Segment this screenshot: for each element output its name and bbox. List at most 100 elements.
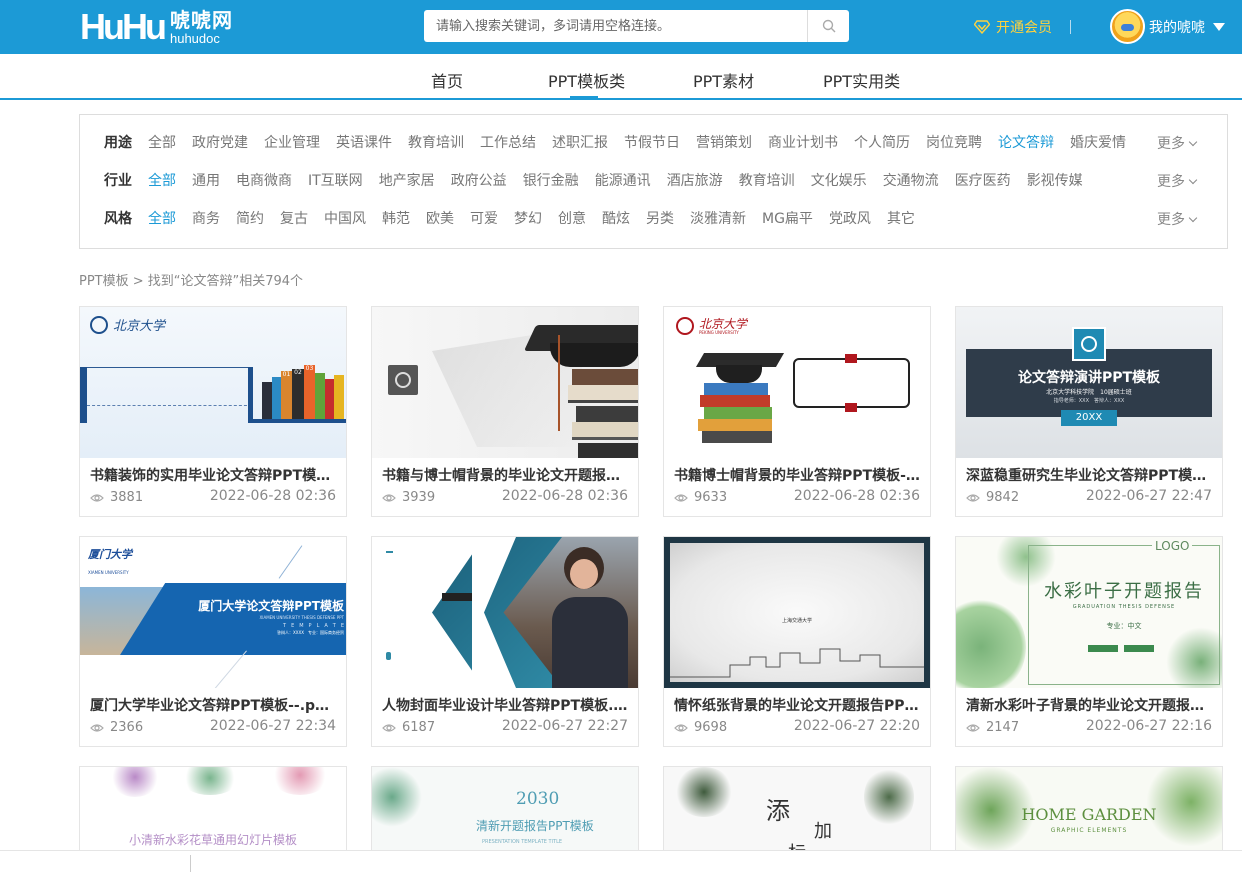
nav-ppt-practical[interactable]: PPT实用类	[823, 68, 900, 92]
more-button-style[interactable]: 更多	[1157, 209, 1198, 229]
filter-option[interactable]: 婚庆爱情	[1070, 132, 1126, 152]
filter-option[interactable]: 地产家居	[379, 170, 435, 190]
eye-icon	[674, 723, 688, 732]
template-card[interactable]: 2030 清新开题报告PPT模板 PRESENTATION TEMPLATE T…	[371, 766, 639, 852]
card-title[interactable]: 书籍装饰的实用毕业论文答辩PPT模板.pptx	[90, 465, 338, 485]
filter-option[interactable]: 复古	[280, 208, 308, 228]
book-stack	[704, 407, 772, 419]
filter-option[interactable]: 交通物流	[883, 170, 939, 190]
filter-option-selected[interactable]: 全部	[148, 208, 176, 228]
filter-option[interactable]: 梦幻	[514, 208, 542, 228]
filter-option[interactable]: 中国风	[324, 208, 366, 228]
nav-ppt-materials[interactable]: PPT素材	[693, 68, 754, 92]
more-button-industry[interactable]: 更多	[1157, 171, 1198, 191]
template-card[interactable]: 小清新水彩花草通用幻灯片模板	[79, 766, 347, 852]
nav-home[interactable]: 首页	[431, 68, 463, 92]
card-thumbnail[interactable]: 2030 清新开题报告PPT模板 PRESENTATION TEMPLATE T…	[372, 767, 638, 851]
card-thumbnail[interactable]: 论文答辩演讲PPT模板 北京大学科技学院 10届硕士班 指导老师：XXX 答辩人…	[956, 307, 1222, 458]
book	[262, 382, 272, 419]
filter-option[interactable]: 商业计划书	[768, 132, 838, 152]
card-title[interactable]: 深蓝稳重研究生毕业论文答辩PPT模板.pptx	[966, 465, 1214, 485]
thumb-logo-en: XIAMEN UNIVERSITY	[88, 570, 129, 575]
filter-option[interactable]: 简约	[236, 208, 264, 228]
filter-option[interactable]: 酷炫	[602, 208, 630, 228]
search-box	[424, 10, 849, 42]
filter-option[interactable]: 党政风	[829, 208, 871, 228]
card-thumbnail[interactable]: 添 加 标	[664, 767, 930, 851]
filter-option[interactable]: 能源通讯	[595, 170, 651, 190]
filter-option[interactable]: 其它	[887, 208, 915, 228]
filter-option[interactable]: 另类	[646, 208, 674, 228]
template-card[interactable]: LOGO 水彩叶子开题报告 GRADUATION THESIS DEFENSE …	[955, 536, 1223, 747]
filter-option[interactable]: 营销策划	[696, 132, 752, 152]
card-thumbnail[interactable]: 小清新水彩花草通用幻灯片模板	[80, 767, 346, 851]
template-card[interactable]: 书籍与博士帽背景的毕业论文开题报告PPT模板.pptx 3939 2022-06…	[371, 306, 639, 517]
site-logo[interactable]: HuHu 唬唬网 huhudoc	[80, 8, 233, 46]
filter-option[interactable]: 岗位竞聘	[926, 132, 982, 152]
filter-option[interactable]: 政府公益	[451, 170, 507, 190]
card-title[interactable]: 清新水彩叶子背景的毕业论文开题报告PPT模板.pptx	[966, 695, 1214, 715]
template-card[interactable]: HOME GARDEN GRAPHIC ELEMENTS	[955, 766, 1223, 852]
filter-option[interactable]: 商务	[192, 208, 220, 228]
filter-option[interactable]: 银行金融	[523, 170, 579, 190]
book-stack	[568, 385, 638, 403]
card-thumbnail[interactable]: HOME GARDEN GRAPHIC ELEMENTS	[956, 767, 1222, 851]
filter-option[interactable]: 通用	[192, 170, 220, 190]
user-menu[interactable]: 我的唬唬	[1110, 9, 1225, 44]
card-date: 2022-06-27 22:16	[1085, 718, 1212, 734]
card-title[interactable]: 人物封面毕业设计毕业答辩PPT模板.pptx	[382, 695, 630, 715]
view-count-value: 3881	[110, 490, 144, 505]
filter-option-selected[interactable]: 全部	[148, 170, 176, 190]
card-thumbnail[interactable]	[372, 307, 638, 458]
template-card[interactable]: 北京大学 PEKING UNIVERSITY 书籍博士帽背景的毕业答辩PPT模板…	[663, 306, 931, 517]
search-input[interactable]	[424, 10, 807, 42]
filter-option[interactable]: 影视传媒	[1027, 170, 1083, 190]
year-badge: 20XX	[1061, 410, 1117, 426]
filter-option[interactable]: 企业管理	[264, 132, 320, 152]
template-card[interactable]: 厦门大学 XIAMEN UNIVERSITY 厦门大学论文答辩PPT模板 XIA…	[79, 536, 347, 747]
filter-option[interactable]: 教育培训	[739, 170, 795, 190]
card-thumbnail[interactable]: 上海交通大学	[664, 537, 930, 688]
filter-option[interactable]: 欧美	[426, 208, 454, 228]
filter-option[interactable]: 可爱	[470, 208, 498, 228]
card-thumbnail[interactable]: 厦门大学 XIAMEN UNIVERSITY 厦门大学论文答辩PPT模板 XIA…	[80, 537, 346, 688]
template-card[interactable]: 论文答辩演讲PPT模板 北京大学科技学院 10届硕士班 指导老师：XXX 答辩人…	[955, 306, 1223, 517]
card-title[interactable]: 书籍与博士帽背景的毕业论文开题报告PPT模板.pptx	[382, 465, 630, 485]
more-button-usage[interactable]: 更多	[1157, 133, 1198, 153]
card-title[interactable]: 书籍博士帽背景的毕业答辩PPT模板--.pptx	[674, 465, 922, 485]
filter-option[interactable]: 述职汇报	[552, 132, 608, 152]
filter-panel: 用途 全部 政府党建 企业管理 英语课件 教育培训 工作总结 述职汇报 节假节日…	[79, 114, 1228, 249]
filter-option[interactable]: 韩范	[382, 208, 410, 228]
filter-option-selected[interactable]: 论文答辩	[998, 132, 1054, 152]
filter-option[interactable]: 医疗医药	[955, 170, 1011, 190]
filter-option[interactable]: 教育培训	[408, 132, 464, 152]
card-thumbnail[interactable]: 北京大学 PEKING UNIVERSITY	[664, 307, 930, 458]
vip-link[interactable]: 开通会员	[974, 17, 1052, 37]
filter-option[interactable]: 酒店旅游	[667, 170, 723, 190]
card-title[interactable]: 厦门大学毕业论文答辩PPT模板--.pptx	[90, 695, 338, 715]
template-card[interactable]: 上海交通大学 情怀纸张背景的毕业论文开题报告PPT模板.pptx 9698 20…	[663, 536, 931, 747]
card-title[interactable]: 情怀纸张背景的毕业论文开题报告PPT模板.pptx	[674, 695, 922, 715]
filter-option[interactable]: 创意	[558, 208, 586, 228]
filter-option[interactable]: 政府党建	[192, 132, 248, 152]
filter-option[interactable]: 电商微商	[236, 170, 292, 190]
decor-line	[214, 650, 247, 688]
filter-option[interactable]: 全部	[148, 132, 176, 152]
filter-option[interactable]: 节假节日	[624, 132, 680, 152]
logo-mark: HuHu	[80, 6, 167, 47]
search-button[interactable]	[807, 10, 849, 42]
filter-option[interactable]: 工作总结	[480, 132, 536, 152]
nav-ppt-templates[interactable]: PPT模板类	[548, 68, 625, 92]
filter-option[interactable]: 个人简历	[854, 132, 910, 152]
card-thumbnail[interactable]: 北京大学 01 02 03	[80, 307, 346, 458]
card-thumbnail[interactable]	[372, 537, 638, 688]
filter-option[interactable]: MG扁平	[762, 208, 813, 228]
filter-option[interactable]: 英语课件	[336, 132, 392, 152]
template-card[interactable]: 北京大学 01 02 03 书籍装饰的实用毕业论文答辩PPT模板.pptx 38…	[79, 306, 347, 517]
template-card[interactable]: 添 加 标	[663, 766, 931, 852]
filter-option[interactable]: 文化娱乐	[811, 170, 867, 190]
filter-option[interactable]: 淡雅清新	[690, 208, 746, 228]
filter-option[interactable]: IT互联网	[308, 170, 363, 190]
card-thumbnail[interactable]: LOGO 水彩叶子开题报告 GRADUATION THESIS DEFENSE …	[956, 537, 1222, 688]
template-card[interactable]: 人物封面毕业设计毕业答辩PPT模板.pptx 6187 2022-06-27 2…	[371, 536, 639, 747]
